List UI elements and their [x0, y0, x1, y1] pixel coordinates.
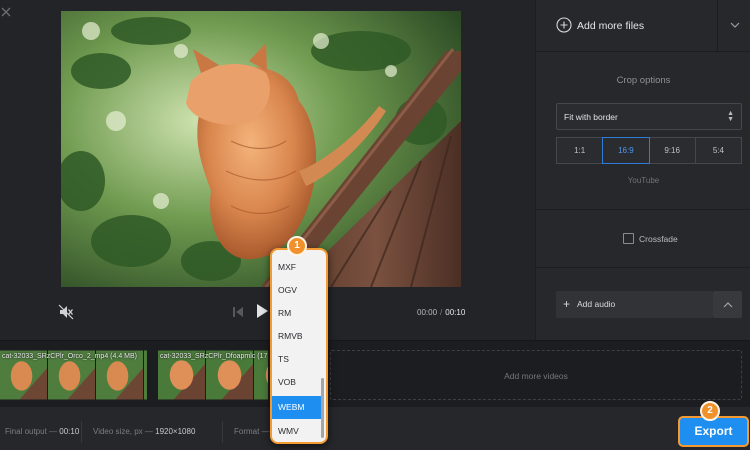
previous-icon[interactable]: [232, 305, 244, 317]
add-more-files-label: Add more files: [577, 20, 645, 32]
add-audio-button[interactable]: + Add audio: [556, 291, 713, 318]
video-size-stat: Video size, px — 1920×1080: [93, 427, 195, 436]
timeline-clip[interactable]: cat-32033_SRzCPlr_Orco_2_mp4 (4.4 MB): [0, 350, 147, 400]
close-icon[interactable]: [0, 6, 14, 20]
format-option-ogv[interactable]: OGV: [272, 279, 326, 302]
sort-arrows-icon: ▲ ▼: [727, 110, 734, 123]
add-audio-label: Add audio: [577, 299, 616, 309]
format-option-ts[interactable]: TS: [272, 348, 326, 371]
add-more-files-button[interactable]: Add more files: [536, 0, 717, 52]
format-label: Format —: [234, 427, 270, 436]
format-option-webm[interactable]: WEBM: [272, 396, 324, 419]
format-option-vob[interactable]: VOB: [272, 371, 326, 394]
final-output-stat: Final output — 00:10: [5, 427, 79, 436]
ratio-5-4-button[interactable]: 5:4: [694, 137, 742, 164]
final-output-value: 00:10: [59, 427, 80, 436]
crossfade-checkbox[interactable]: [623, 233, 634, 244]
play-icon[interactable]: [255, 303, 269, 319]
clip-name: cat-32033_SRzCPlr_Dfoapmlc (17: [160, 353, 268, 360]
dropdown-scrollbar[interactable]: [321, 378, 324, 438]
chevron-down-icon: [730, 22, 740, 28]
crop-options-title: Crop options: [616, 75, 671, 86]
chevron-up-icon: [723, 302, 733, 308]
format-option-wmv[interactable]: WMV: [272, 420, 326, 442]
format-option-rmvb[interactable]: RMVB: [272, 325, 326, 348]
format-option-mxf[interactable]: MXF: [272, 256, 326, 279]
ratio-9-16-button[interactable]: 9:16: [648, 137, 696, 164]
crop-options-section: Crop options Fit with border ▲ ▼ 1:1 16:9…: [536, 52, 750, 210]
divider: [81, 421, 82, 443]
export-button[interactable]: Export: [678, 416, 749, 447]
clip-name: cat-32033_SRzCPlr_Orco_2_mp4 (4.4 MB): [2, 353, 138, 360]
video-size-value: 1920×1080: [155, 427, 196, 436]
step-2-badge: 2: [700, 401, 720, 421]
audio-collapse-toggle[interactable]: [713, 291, 742, 318]
status-bar: Final output — 00:10 Video size, px — 19…: [0, 407, 750, 450]
duration: 00:10: [445, 308, 466, 317]
add-more-videos-dropzone[interactable]: Add more videos: [330, 350, 742, 400]
ratio-16-9-button[interactable]: 16:9: [602, 137, 650, 164]
files-dropdown-toggle[interactable]: [717, 0, 750, 52]
plus-icon: +: [563, 297, 571, 311]
final-output-label: Final output —: [5, 427, 58, 436]
step-1-badge: 1: [287, 236, 307, 256]
aspect-ratio-group: 1:1 16:9 9:16 5:4: [556, 137, 742, 164]
player-controls: 00:00/00:10: [0, 296, 535, 330]
crop-mode-select[interactable]: Fit with border ▲ ▼: [556, 103, 742, 130]
crop-mode-value: Fit with border: [564, 112, 618, 122]
video-size-label: Video size, px —: [93, 427, 153, 436]
timeline-clip[interactable]: cat-32033_SRzCPlr_Dfoapmlc (17: [158, 350, 268, 400]
format-stat[interactable]: Format —: [234, 427, 270, 436]
time-separator: /: [440, 308, 443, 317]
current-time: 00:00: [417, 308, 438, 317]
add-circle-icon: [556, 17, 572, 33]
timeline: cat-32033_SRzCPlr_Orco_2_mp4 (4.4 MB) ca…: [0, 340, 750, 407]
video-frame: [61, 11, 461, 287]
mute-icon[interactable]: [58, 304, 74, 320]
video-still-cat: [61, 11, 461, 287]
format-option-rm[interactable]: RM: [272, 302, 326, 325]
divider: [222, 421, 223, 443]
settings-panel: Add more files Crop options Fit with bor…: [535, 0, 750, 340]
format-dropdown[interactable]: MXF OGV RM RMVB TS VOB WEBM WMV: [270, 248, 328, 444]
add-more-videos-label: Add more videos: [504, 371, 568, 381]
crossfade-section: Crossfade: [536, 210, 750, 268]
crossfade-label: Crossfade: [639, 234, 678, 244]
video-preview: 00:00/00:10: [0, 0, 535, 340]
ratio-1-1-button[interactable]: 1:1: [556, 137, 604, 164]
ratio-caption: YouTube: [627, 176, 660, 185]
time-display: 00:00/00:10: [417, 308, 465, 317]
clip-thumbnail: [144, 350, 147, 400]
